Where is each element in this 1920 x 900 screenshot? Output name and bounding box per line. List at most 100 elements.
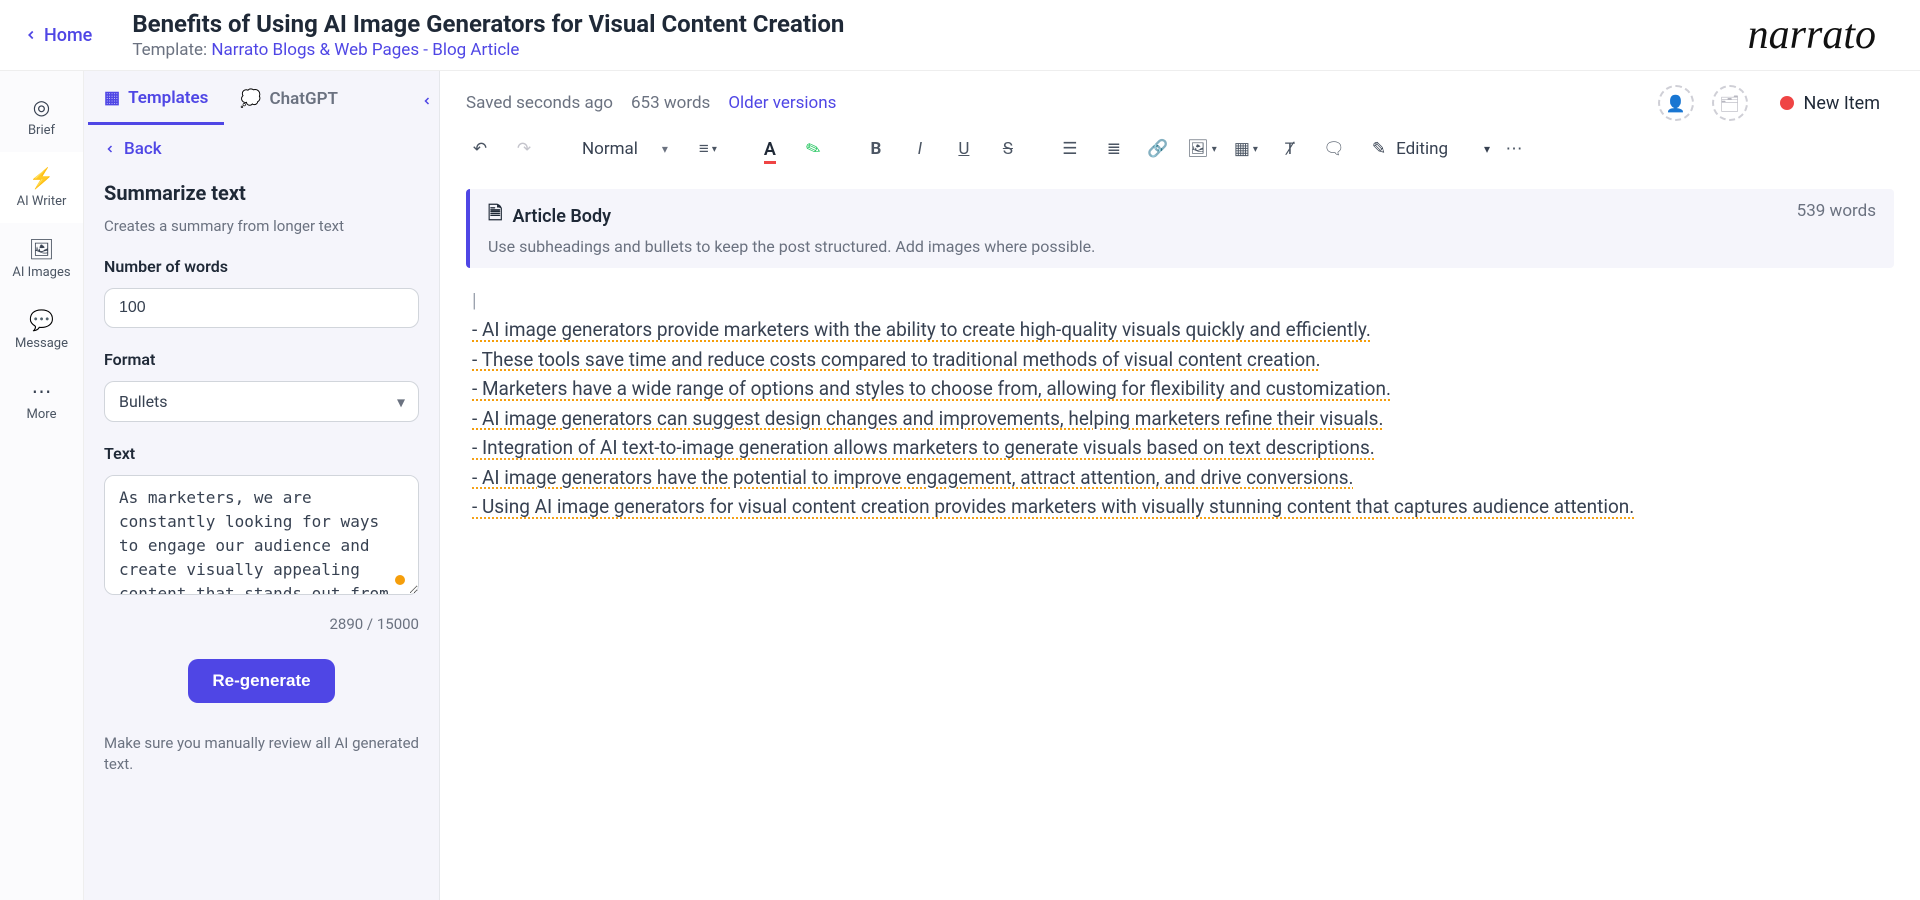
text-color-button[interactable]: A (750, 131, 790, 167)
text-color-icon: A (764, 139, 776, 160)
ai-panel: ▦ Templates 💭 ChatGPT Back Summarize tex… (84, 71, 440, 900)
brand-logo: narrato (1748, 11, 1900, 59)
tab-label: ChatGPT (270, 89, 338, 109)
bolt-icon: ⚡ (29, 166, 54, 190)
table-button[interactable]: ▦▾ (1226, 131, 1266, 167)
rail-ai-images[interactable]: 🖼 AI Images (0, 223, 83, 294)
top-header: Home Benefits of Using AI Image Generato… (0, 0, 1920, 71)
align-button[interactable]: ≡▾ (688, 131, 728, 167)
chat-icon: 💬 (29, 308, 54, 332)
rail-message[interactable]: 💬 Message (0, 294, 83, 365)
more-toolbar-button[interactable]: ⋯ (1494, 131, 1534, 167)
article-content[interactable]: | - AI image generators provide marketer… (466, 268, 1894, 540)
doc-word-count: 653 words (631, 93, 710, 113)
text-input[interactable] (104, 475, 419, 595)
older-versions-link[interactable]: Older versions (728, 93, 836, 113)
rail-label: AI Images (12, 265, 70, 280)
chevron-down-icon: ▾ (712, 144, 717, 155)
left-rail: ◎ Brief ⚡ AI Writer 🖼 AI Images 💬 Messag… (0, 71, 84, 900)
redo-icon: ↷ (517, 139, 531, 159)
list-item: - AI image generators provide marketers … (472, 315, 1888, 344)
link-icon: 🔗 (1147, 139, 1168, 159)
home-button[interactable]: Home (12, 19, 104, 52)
bullet-list-button[interactable]: ☰ (1050, 131, 1090, 167)
underline-button[interactable]: U (944, 131, 984, 167)
clear-format-icon: Ⱦ (1285, 139, 1295, 159)
article-word-count: 539 words (1797, 201, 1876, 221)
pencil-icon: ✎ (1372, 139, 1386, 159)
back-label: Back (124, 139, 162, 159)
home-label: Home (44, 25, 92, 46)
template-label: Template: (132, 40, 211, 60)
section-description: Creates a summary from longer text (104, 217, 419, 235)
image-icon: 🖼 (1187, 139, 1209, 159)
collapse-panel-button[interactable] (413, 81, 441, 121)
style-label: Normal (582, 139, 638, 159)
user-plus-icon: 👤 (1666, 94, 1686, 113)
folder-icon: 🗂 (1719, 94, 1739, 113)
italic-button[interactable]: I (900, 131, 940, 167)
num-words-input[interactable] (104, 288, 419, 328)
ai-footer-note: Make sure you manually review all AI gen… (104, 733, 419, 775)
list-item: - AI image generators can suggest design… (472, 404, 1888, 433)
grid-icon: ▦ (104, 88, 120, 108)
chevron-down-icon: ▾ (1212, 144, 1217, 155)
page-title: Benefits of Using AI Image Generators fo… (132, 10, 1747, 38)
image-button[interactable]: 🖼▾ (1182, 131, 1222, 167)
editor-toolbar: ↶ ↷ Normal ▾ ≡▾ A ✎ B I U S ☰ ≣ 🔗 (440, 127, 1920, 179)
table-icon: ▦ (1234, 139, 1250, 159)
add-folder-button[interactable]: 🗂 (1712, 85, 1748, 121)
template-link[interactable]: Narrato Blogs & Web Pages - Blog Article (211, 40, 519, 60)
bold-button[interactable]: B (856, 131, 896, 167)
highlight-button[interactable]: ✎ (794, 131, 834, 167)
numbered-list-icon: ≣ (1107, 139, 1121, 159)
italic-icon: I (918, 139, 922, 159)
regenerate-button[interactable]: Re-generate (188, 659, 334, 703)
target-icon: ◎ (33, 95, 50, 119)
chevron-left-icon (104, 142, 116, 156)
text-cursor: | (472, 286, 1888, 315)
comment-button[interactable]: 🗨 (1314, 131, 1354, 167)
rail-label: More (27, 407, 57, 422)
ai-tabs: ▦ Templates 💭 ChatGPT (84, 71, 439, 127)
editor-area: Saved seconds ago 653 words Older versio… (440, 71, 1920, 900)
tab-templates[interactable]: ▦ Templates (88, 74, 224, 125)
rail-brief[interactable]: ◎ Brief (0, 81, 83, 152)
redo-button[interactable]: ↷ (504, 131, 544, 167)
link-button[interactable]: 🔗 (1138, 131, 1178, 167)
bold-icon: B (870, 139, 881, 159)
rail-more[interactable]: ⋯ More (0, 365, 83, 436)
chevron-down-icon: ▾ (1253, 144, 1258, 155)
dots-icon: ⋯ (1506, 139, 1523, 159)
editing-mode-select[interactable]: ✎ Editing ▾ (1372, 139, 1490, 159)
tab-chatgpt[interactable]: 💭 ChatGPT (224, 75, 354, 123)
undo-button[interactable]: ↶ (460, 131, 500, 167)
tab-label: Templates (128, 88, 208, 108)
saved-status: Saved seconds ago (466, 93, 613, 113)
document-icon: 🗎 (488, 201, 502, 231)
status-label: New Item (1804, 93, 1881, 114)
format-select[interactable]: Bullets (104, 381, 419, 422)
article-subtitle: Use subheadings and bullets to keep the … (488, 237, 1095, 256)
article-body-header: 🗎 Article Body Use subheadings and bulle… (466, 189, 1894, 268)
highlighter-icon: ✎ (803, 137, 824, 162)
paragraph-style-select[interactable]: Normal ▾ (566, 131, 684, 167)
status-dropdown[interactable]: New Item (1766, 87, 1895, 120)
back-button[interactable]: Back (104, 139, 419, 159)
add-collaborator-button[interactable]: 👤 (1658, 85, 1694, 121)
chevron-down-icon: ▾ (662, 142, 668, 156)
list-item: - Using AI image generators for visual c… (472, 492, 1888, 521)
chat-bubble-icon: 💭 (240, 89, 261, 109)
header-title-block: Benefits of Using AI Image Generators fo… (132, 10, 1747, 60)
bullet-list-icon: ☰ (1062, 139, 1077, 159)
mode-label: Editing (1396, 139, 1448, 159)
list-item: - These tools save time and reduce costs… (472, 345, 1888, 374)
strike-button[interactable]: S (988, 131, 1028, 167)
article-title: Article Body (512, 206, 611, 227)
number-list-button[interactable]: ≣ (1094, 131, 1134, 167)
clear-format-button[interactable]: Ⱦ (1270, 131, 1310, 167)
dots-icon: ⋯ (32, 379, 52, 403)
chevron-left-icon (24, 28, 38, 42)
comment-icon: 🗨 (1323, 139, 1345, 159)
rail-ai-writer[interactable]: ⚡ AI Writer (0, 152, 83, 223)
